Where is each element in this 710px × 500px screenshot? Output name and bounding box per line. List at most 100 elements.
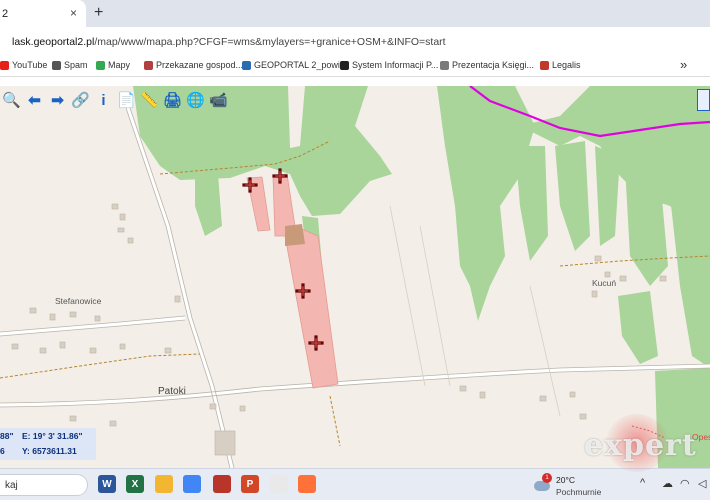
new-tab-icon[interactable]: + [94, 4, 103, 22]
building [659, 275, 667, 282]
road [0, 316, 186, 336]
weather-badge: 1 [542, 473, 552, 483]
tab-title: 2 [2, 8, 9, 20]
document-search-icon[interactable]: 📄 [115, 88, 138, 112]
weather-condition: Pochmurnie [556, 487, 602, 497]
building [69, 415, 77, 422]
address-bar[interactable]: lask.geoportal2.pl/map/www/mapa.php?CFGF… [0, 27, 710, 55]
bookmark-0[interactable]: YouTube [0, 60, 47, 70]
bookmark-label: YouTube [12, 60, 48, 70]
field-line [419, 225, 451, 387]
app-icon-generic[interactable] [270, 475, 288, 493]
forest-patch [618, 291, 658, 364]
building [89, 347, 97, 354]
weather-temperature: 20°C [556, 475, 575, 485]
chrome-app-icon[interactable] [183, 475, 201, 493]
map-view[interactable]: Stefanowice Patoki Kucuń Opes [0, 86, 710, 468]
road-edge [0, 319, 186, 337]
building [117, 227, 125, 233]
forest-patch [195, 174, 222, 236]
place-label-patoki: Patoki [158, 386, 186, 397]
forest-patch [555, 141, 590, 251]
building [539, 395, 547, 402]
watermark-logo: expert [584, 414, 710, 472]
arrow-left-icon[interactable]: ⬅ [23, 88, 46, 112]
coord-y: Y: 6573611.31 [22, 446, 77, 456]
bookmark-7[interactable]: Legalis [540, 60, 581, 70]
measure-icon[interactable]: 📏 [138, 88, 161, 112]
buildings [11, 203, 667, 456]
camera-icon[interactable]: 📹 [207, 88, 230, 112]
globe-icon[interactable]: 🌐 [184, 88, 207, 112]
url-text[interactable]: lask.geoportal2.pl/map/www/mapa.php?CFGF… [12, 36, 446, 48]
place-label-stefanowice: Stefanowice [55, 296, 102, 306]
coord-x: 6 [0, 446, 5, 456]
presentation-icon [440, 60, 449, 70]
maps-pin-icon [96, 60, 105, 70]
power-icon [340, 60, 349, 70]
building [39, 347, 47, 354]
cloud-sync-icon[interactable]: ☁ [662, 477, 673, 490]
bookmark-label: Przekazane gospod... [156, 60, 244, 70]
bookmark-6[interactable]: Prezentacja Księgi... [440, 60, 534, 70]
bookmark-label: GEOPORTAL 2_powi... [254, 60, 348, 70]
field-line [389, 205, 426, 387]
building [214, 430, 236, 456]
building [569, 391, 576, 398]
bookmark-3[interactable]: Przekazane gospod... [144, 60, 243, 70]
volume-icon[interactable]: ◁ [698, 477, 706, 490]
building [239, 405, 246, 412]
info-icon[interactable]: i [92, 88, 115, 112]
url-path: /map/www/mapa.php?CFGF=wms&mylayers=+gra… [94, 36, 446, 48]
building [94, 315, 101, 322]
bookmark-4[interactable]: GEOPORTAL 2_powi... [242, 60, 347, 70]
browser-tab[interactable]: 2 × [0, 0, 86, 27]
field-path [329, 395, 341, 447]
browser-tab-bar: 2 × + [0, 0, 710, 27]
tab-close-icon[interactable]: × [70, 6, 77, 20]
building [604, 271, 611, 278]
place-label-kucun: Kucuń [592, 278, 617, 288]
print-icon[interactable]: 🖨 [161, 88, 184, 112]
bookmark-2[interactable]: Mapy [96, 60, 130, 70]
bookmark-1[interactable]: Spam [52, 60, 88, 70]
excel-app-icon[interactable]: X [126, 475, 144, 493]
bookmarks-bar: YouTube Spam Mapy Przekazane gospod... GEOPO… [0, 55, 710, 77]
road-edge [0, 315, 186, 333]
building [209, 403, 217, 410]
bookmarks-more-icon[interactable]: » [680, 57, 687, 72]
firefox-app-icon[interactable] [298, 475, 316, 493]
coord-east: E: 19° 3' 31.86" [22, 431, 83, 441]
building [479, 391, 486, 399]
arrow-right-icon[interactable]: ➡ [46, 88, 69, 112]
bookmark-5[interactable]: System Informacji P... [340, 60, 438, 70]
building [119, 213, 126, 221]
file-explorer-icon[interactable] [155, 475, 173, 493]
wifi-icon[interactable]: ◠ [680, 477, 690, 490]
taskbar-search-input[interactable]: kaj [0, 474, 88, 496]
word-app-icon[interactable]: W [98, 475, 116, 493]
bookmark-label: Legalis [552, 60, 581, 70]
building [111, 203, 119, 210]
map-toolbar: 🔍 ⬅ ➡ 🔗 i 📄 📏 🖨 🌐 📹 [0, 86, 230, 114]
watermark-text: expert [584, 428, 697, 463]
url-host: lask.geoportal2.pl [12, 36, 95, 48]
coordinates-panel: 88" E: 19° 3' 31.86" 6 Y: 6573611.31 [0, 428, 96, 460]
zoom-search-icon[interactable]: 🔍 [0, 88, 23, 112]
pdf-app-icon[interactable] [213, 475, 231, 493]
building [59, 341, 66, 349]
windows-taskbar: kaj WX P 1 20°C Pochmurnie ^ ☁ ◠ ◁ [0, 468, 710, 500]
map-canvas[interactable] [0, 86, 710, 468]
map-panel-toggle-button[interactable] [697, 89, 710, 111]
building [11, 343, 19, 350]
building [459, 385, 467, 392]
coord-latitude: 88" [0, 431, 14, 441]
forest-patch [670, 196, 710, 368]
field-path [0, 353, 201, 379]
youtube-icon [0, 60, 9, 70]
tray-chevron-icon[interactable]: ^ [640, 477, 645, 489]
bookmark-label: Spam [64, 60, 88, 70]
link-icon[interactable]: 🔗 [69, 88, 92, 112]
powerpoint-app-icon[interactable]: P [241, 475, 259, 493]
building [29, 307, 37, 314]
